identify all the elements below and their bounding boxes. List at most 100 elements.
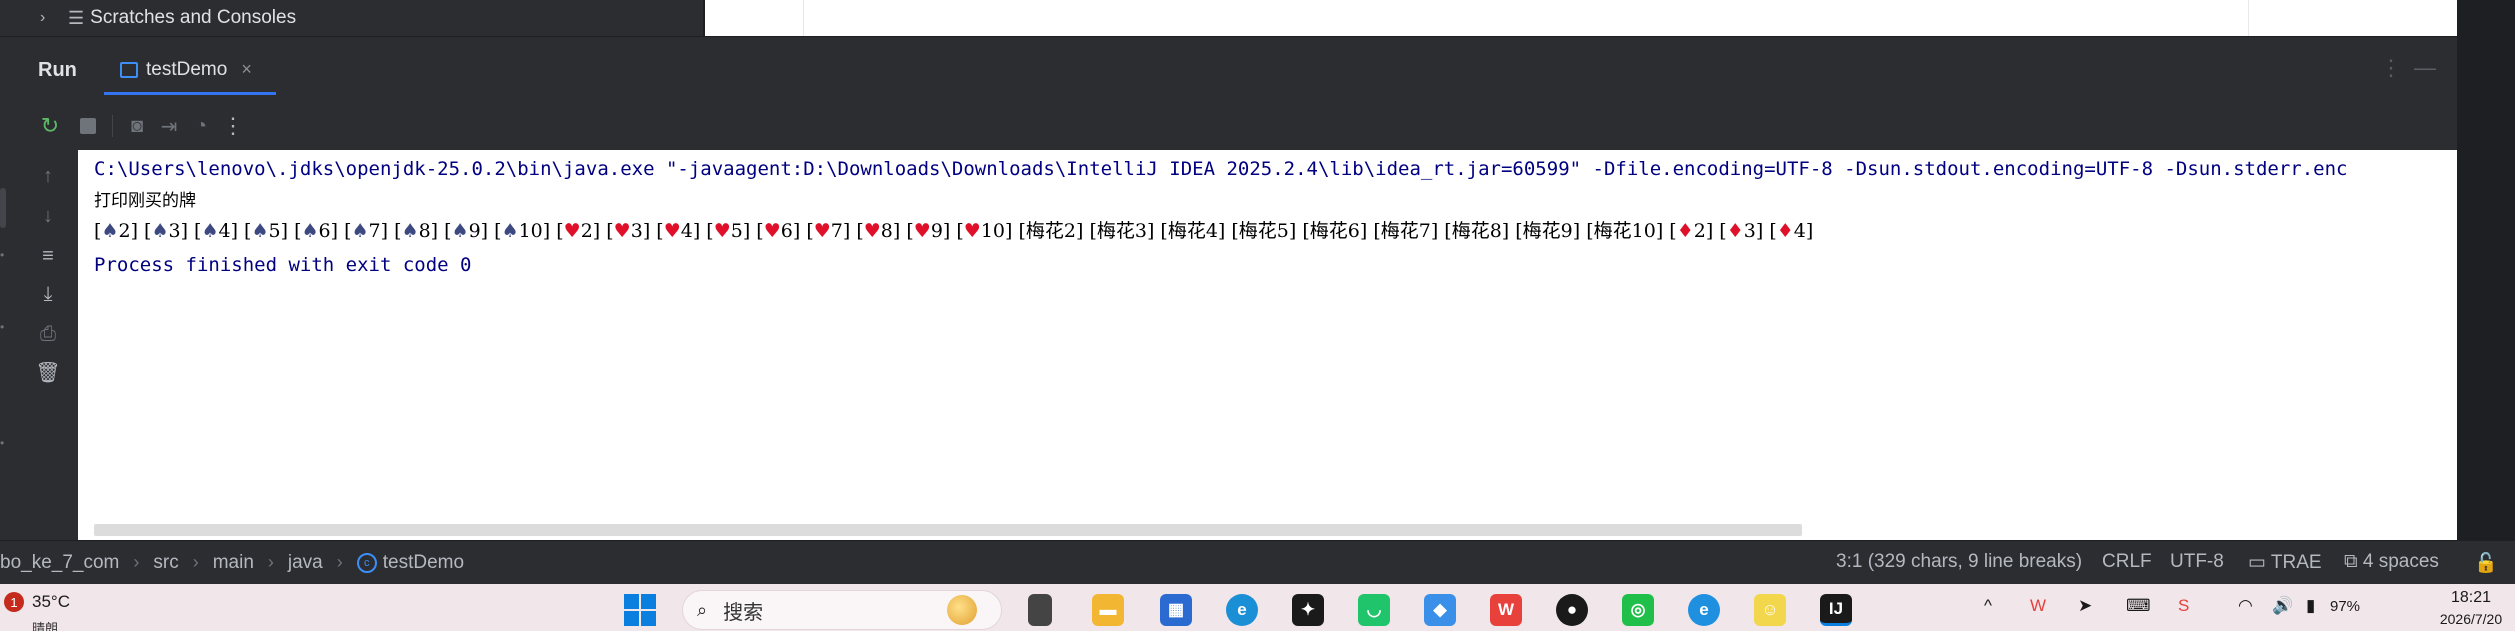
horizontal-scrollbar[interactable]: [94, 524, 1802, 536]
heart-icon: ♥: [713, 220, 731, 242]
breadcrumb-item[interactable]: testDemo: [383, 552, 464, 574]
breadcrumb-item[interactable]: main: [213, 552, 254, 574]
caret-position[interactable]: 3:1 (329 chars, 9 line breaks): [1836, 551, 2082, 573]
system-clock[interactable]: 18:21 2026/7/20: [2436, 589, 2506, 627]
search-placeholder: 搜索: [723, 599, 764, 624]
chevron-right-icon: ›: [192, 552, 199, 572]
more-icon[interactable]: ⋮: [217, 110, 249, 142]
indent-icon: ⧉: [2344, 551, 2358, 572]
edge-dev-icon[interactable]: e: [1226, 594, 1258, 626]
store-icon[interactable]: ▦: [1160, 594, 1192, 626]
indent-label: 4 spaces: [2362, 551, 2439, 572]
dashboard-icon[interactable]: ◔: [185, 110, 217, 142]
taskbar-search[interactable]: ⌕ 搜索: [682, 590, 1002, 630]
breadcrumb-item[interactable]: bo_ke_7_com: [0, 552, 119, 574]
card-rank: 梅花9: [1522, 220, 1573, 242]
cards-output: [♠2] [♠3] [♠4] [♠5] [♠6] [♠7] [♠8] [♠9] …: [94, 218, 1819, 244]
line-separator[interactable]: CRLF: [2102, 551, 2152, 573]
card-rank: 梅花10: [1593, 220, 1656, 242]
up-arrow-icon[interactable]: ↑: [34, 162, 62, 190]
print-icon[interactable]: ⎙: [34, 320, 62, 348]
card-item: [♥4]: [656, 220, 707, 242]
wechat-icon[interactable]: ◎: [1622, 594, 1654, 626]
edge-icon[interactable]: e: [1688, 594, 1720, 626]
wps-icon[interactable]: W: [1490, 594, 1522, 626]
stop-icon[interactable]: [72, 110, 104, 142]
trash-icon[interactable]: 🗑: [34, 358, 62, 386]
lock-icon[interactable]: 🔓: [2474, 551, 2498, 575]
rerun-icon[interactable]: ↻: [34, 110, 66, 142]
photos-icon[interactable]: ◆: [1424, 594, 1456, 626]
card-item: [梅花3]: [1089, 220, 1161, 242]
diamond-icon: ♦: [1776, 220, 1794, 242]
notification-badge: 1: [4, 592, 24, 612]
heart-icon: ♥: [813, 220, 831, 242]
card-item: [♠6]: [294, 220, 345, 242]
console-output[interactable]: C:\Users\lenovo\.jdks\openjdk-25.0.2\bin…: [78, 150, 2457, 540]
breadcrumb-item[interactable]: java: [288, 552, 323, 574]
card-item: [梅花8]: [1444, 220, 1516, 242]
windows-start-icon[interactable]: [624, 594, 656, 626]
shopping-bag-icon[interactable]: ◡: [1358, 594, 1390, 626]
search-icon: ⌕: [697, 599, 708, 620]
card-item: [♥5]: [706, 220, 757, 242]
heart-icon: ♥: [563, 220, 581, 242]
close-icon[interactable]: ×: [241, 59, 252, 80]
file-explorer-icon[interactable]: ▬: [1092, 594, 1124, 626]
mascot-app-icon[interactable]: ☺: [1754, 594, 1786, 626]
card-item: [♥10]: [956, 220, 1019, 242]
editor-area[interactable]: [705, 0, 2457, 36]
card-rank: 3: [168, 220, 181, 242]
camera-icon[interactable]: ◙: [121, 110, 153, 142]
clock-time: 18:21: [2450, 589, 2492, 606]
windows-taskbar: 1 35°C 晴朗 ⌕ 搜索 ▬ ▦ e ✦ ◡ ◆ W ● ◎ e ☺ IJ …: [0, 584, 2515, 631]
wifi-icon[interactable]: ◠: [2238, 596, 2253, 616]
soft-wrap-icon[interactable]: ≡: [34, 242, 62, 270]
run-config-icon: [120, 61, 138, 78]
input-method-icon[interactable]: ⌨: [2126, 596, 2151, 616]
send-icon[interactable]: ➤: [2078, 596, 2092, 616]
editor-right-margin: [2248, 0, 2249, 36]
stripe-dot-icon[interactable]: •: [0, 436, 4, 450]
export-icon[interactable]: ⇥: [153, 110, 185, 142]
diamond-icon: ♦: [1676, 220, 1694, 242]
heart-icon: ♥: [763, 220, 781, 242]
unity-icon[interactable]: ✦: [1292, 594, 1324, 626]
card-rank: 梅花7: [1380, 220, 1431, 242]
stripe-dot-icon[interactable]: •: [0, 248, 4, 262]
trae-icon: ▭: [2248, 552, 2266, 573]
stripe-dot-icon[interactable]: •: [0, 320, 4, 334]
diamond-icon: ♦: [1726, 220, 1744, 242]
task-view-icon[interactable]: [1028, 594, 1052, 626]
intellij-idea-icon[interactable]: IJ: [1820, 594, 1852, 626]
battery-icon[interactable]: ▮: [2306, 596, 2315, 616]
weather-widget[interactable]: 1 35°C: [4, 592, 70, 612]
chevron-up-icon[interactable]: ^: [1984, 596, 1992, 616]
minimize-icon[interactable]: —: [2414, 55, 2436, 81]
tab-testdemo[interactable]: testDemo ×: [104, 47, 276, 95]
breadcrumb-item[interactable]: src: [153, 552, 178, 574]
file-encoding[interactable]: UTF-8: [2170, 551, 2224, 573]
card-rank: 6: [780, 220, 793, 242]
card-rank: 梅花4: [1167, 220, 1218, 242]
chevron-right-icon[interactable]: ›: [40, 9, 60, 27]
volume-icon[interactable]: 🔊: [2272, 596, 2293, 616]
spade-icon: ♠: [301, 220, 319, 242]
card-item: [♠2]: [94, 220, 145, 242]
scroll-to-end-icon[interactable]: ⤓: [34, 280, 62, 308]
down-arrow-icon[interactable]: ↓: [34, 202, 62, 230]
spade-icon: ♠: [451, 220, 469, 242]
project-tree-row-scratches[interactable]: › ☰ Scratches and Consoles: [0, 0, 704, 36]
card-rank: 3: [1743, 220, 1756, 242]
card-rank: 5: [268, 220, 281, 242]
tab-label: testDemo: [146, 58, 228, 80]
card-rank: 2: [118, 220, 131, 242]
indent-setting[interactable]: ⧉ 4 spaces: [2344, 551, 2439, 573]
wps-tray-icon[interactable]: W: [2030, 596, 2046, 616]
app-tray-icon[interactable]: S: [2178, 596, 2189, 616]
card-item: [♥3]: [606, 220, 657, 242]
qq-icon[interactable]: ●: [1556, 594, 1588, 626]
more-vertical-icon[interactable]: ⋮: [2380, 55, 2402, 81]
card-item: [♦3]: [1719, 220, 1770, 242]
trae-plugin[interactable]: ▭ TRAE: [2248, 551, 2322, 574]
